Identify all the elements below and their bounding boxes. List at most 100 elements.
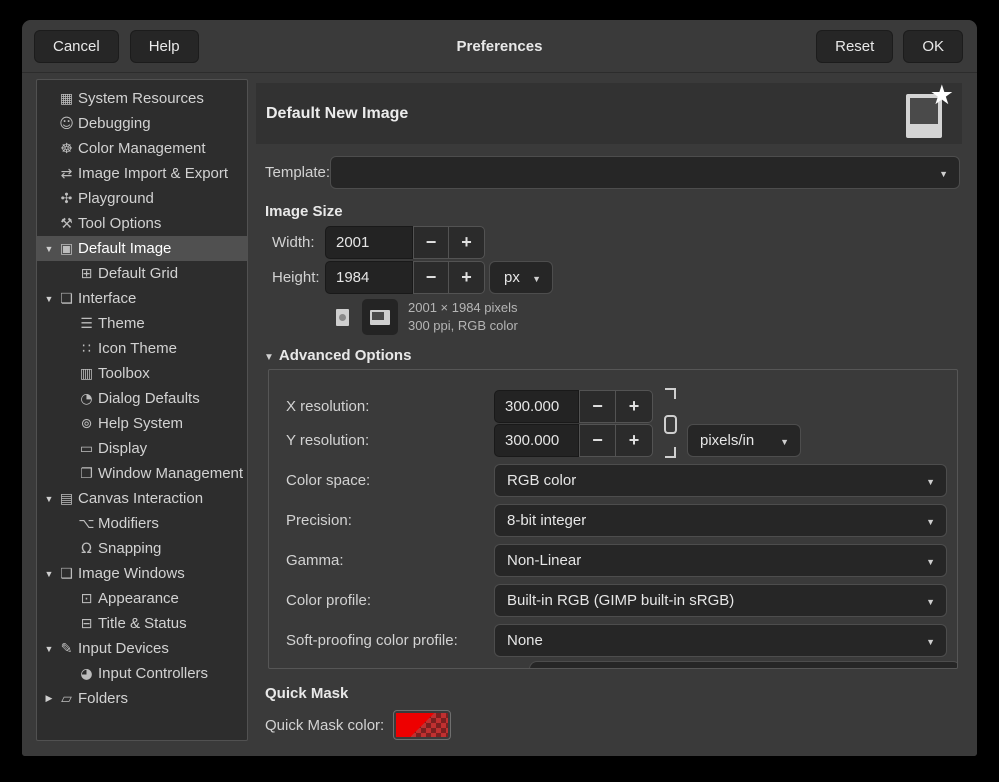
y-resolution-input[interactable]: 300.000 [494,424,579,457]
size-summary-line2: 300 ppi, RGB color [408,317,518,335]
sidebar-item-icon-theme[interactable]: ∷ Icon Theme [37,336,247,361]
sidebar-item-label: Input Controllers [98,665,208,682]
expander-open-icon[interactable]: ▼ [41,644,57,654]
soft-proofing-dropdown[interactable]: None ▼ [494,624,947,657]
template-dropdown[interactable]: ▼ [330,156,960,189]
chain-link-toggle[interactable] [659,386,681,460]
color-space-label: Color space: [286,464,370,497]
color-circles-icon: ☸ [57,141,76,157]
y-resolution-decrement-button[interactable]: − [579,424,616,457]
expander-open-icon[interactable]: ▼ [41,569,57,579]
x-resolution-decrement-button[interactable]: − [579,390,616,423]
ok-button[interactable]: OK [903,30,963,63]
sidebar-item-modifiers[interactable]: ⌥ Modifiers [37,511,247,536]
height-increment-button[interactable]: + [449,261,485,294]
sidebar-item-label: Canvas Interaction [78,490,203,507]
height-input[interactable]: 1984 [325,261,413,294]
sidebar-item-color-management[interactable]: ☸ Color Management [37,136,247,161]
width-input[interactable]: 2001 [325,226,413,259]
advanced-options-frame: X resolution: 300.000 − + Y resolution: … [268,369,958,669]
size-summary-line1: 2001 × 1984 pixels [408,299,518,317]
expander-collapsed-icon[interactable]: ▶ [41,693,57,704]
sidebar-item-window-management[interactable]: ❐ Window Management [37,461,247,486]
sidebar-item-input-controllers[interactable]: ◕ Input Controllers [37,661,247,686]
tools-icon: ⚒ [57,216,76,232]
sidebar-item-interface[interactable]: ▼ ❏ Interface [37,286,247,311]
soft-proofing-label: Soft-proofing color profile: [286,624,458,657]
image-size-summary: 2001 × 1984 pixels 300 ppi, RGB color [408,299,518,335]
lifebuoy-icon: ⊚ [77,416,96,432]
y-resolution-increment-button[interactable]: + [616,424,653,457]
gauge-icon: ◔ [77,391,96,407]
sidebar-item-label: Playground [78,190,154,207]
color-space-dropdown[interactable]: RGB color ▼ [494,464,947,497]
x-resolution-input[interactable]: 300.000 [494,390,579,423]
controller-icon: ◕ [77,666,96,682]
help-button[interactable]: Help [130,30,199,63]
quick-mask-color-fill [396,713,448,737]
sidebar-item-canvas-interaction[interactable]: ▼ ▤ Canvas Interaction [37,486,247,511]
width-row: Width: 2001 − + [256,226,962,259]
folders-icon: ▱ [57,691,76,707]
expander-open-icon[interactable]: ▼ [41,494,57,504]
height-decrement-button[interactable]: − [413,261,449,294]
clipped-dropdown[interactable] [529,661,958,669]
chain-top-bracket [665,388,676,399]
sidebar-item-toolbox[interactable]: ▥ Toolbox [37,361,247,386]
sidebar-item-dialog-defaults[interactable]: ◔ Dialog Defaults [37,386,247,411]
canvas-icon: ▤ [57,491,76,507]
sidebar-item-playground[interactable]: ✣ Playground [37,186,247,211]
sidebar-item-label: Modifiers [98,515,159,532]
modifier-key-icon: ⌥ [77,516,96,532]
image-size-heading: Image Size [265,203,343,220]
sidebar-item-label: Folders [78,690,128,707]
x-resolution-increment-button[interactable]: + [616,390,653,423]
chevron-down-icon: ▼ [939,169,948,179]
sidebar-item-appearance[interactable]: ⊡ Appearance [37,586,247,611]
titlebar: Cancel Help Preferences Reset OK [22,20,977,73]
sidebar-item-system-resources[interactable]: ▦ System Resources [37,86,247,111]
sidebar-item-tool-options[interactable]: ⚒ Tool Options [37,211,247,236]
x-resolution-label: X resolution: [286,390,369,423]
sidebar-item-display[interactable]: ▭ Display [37,436,247,461]
sidebar-item-snapping[interactable]: Ω Snapping [37,536,247,561]
resolution-unit-dropdown[interactable]: pixels/in ▼ [687,424,801,457]
reset-button[interactable]: Reset [816,30,893,63]
cancel-button[interactable]: Cancel [34,30,119,63]
sidebar-item-label: Debugging [78,115,151,132]
unit-dropdown[interactable]: px ▼ [489,261,553,294]
image-window-icon: ❑ [57,566,76,582]
sidebar-item-debugging[interactable]: ☺ Debugging [37,111,247,136]
toolbox-icon: ▥ [77,366,96,382]
chain-bottom-bracket [665,447,676,458]
precision-dropdown[interactable]: 8-bit integer ▼ [494,504,947,537]
landscape-orientation-button[interactable] [362,299,398,335]
sidebar-item-default-image[interactable]: ▼ ▣ Default Image [37,236,247,261]
gamma-dropdown[interactable]: Non-Linear ▼ [494,544,947,577]
sidebar-item-help-system[interactable]: ⊚ Help System [37,411,247,436]
color-profile-dropdown[interactable]: Built-in RGB (GIMP built-in sRGB) ▼ [494,584,947,617]
sidebar-item-theme[interactable]: ☰ Theme [37,311,247,336]
width-increment-button[interactable]: + [449,226,485,259]
expander-open-icon[interactable]: ▼ [41,294,57,304]
grid-icon: ⊞ [77,266,96,282]
advanced-options-expander[interactable]: ▼Advanced Options [264,347,411,364]
monitor-icon: ▭ [77,441,96,457]
sidebar-item-label: Display [98,440,147,457]
sidebar-item-folders[interactable]: ▶ ▱ Folders [37,686,247,711]
portrait-orientation-button[interactable] [324,299,360,335]
sidebar-item-input-devices[interactable]: ▼ ✎ Input Devices [37,636,247,661]
sidebar-item-image-import-export[interactable]: ⇄ Image Import & Export [37,161,247,186]
expander-open-icon[interactable]: ▼ [41,244,57,254]
sidebar-item-image-windows[interactable]: ▼ ❑ Image Windows [37,561,247,586]
quick-mask-color-swatch[interactable] [393,710,451,740]
sidebar-item-title-status[interactable]: ⊟ Title & Status [37,611,247,636]
width-decrement-button[interactable]: − [413,226,449,259]
soft-proofing-row: Soft-proofing color profile: None ▼ [269,624,957,657]
gamma-value: Non-Linear [507,552,581,569]
chevron-down-icon: ▼ [532,274,541,284]
sidebar-item-default-grid[interactable]: ⊞ Default Grid [37,261,247,286]
cpu-icon: ▦ [57,91,76,107]
x-resolution-row: X resolution: 300.000 − + [269,390,957,423]
color-profile-label: Color profile: [286,584,371,617]
